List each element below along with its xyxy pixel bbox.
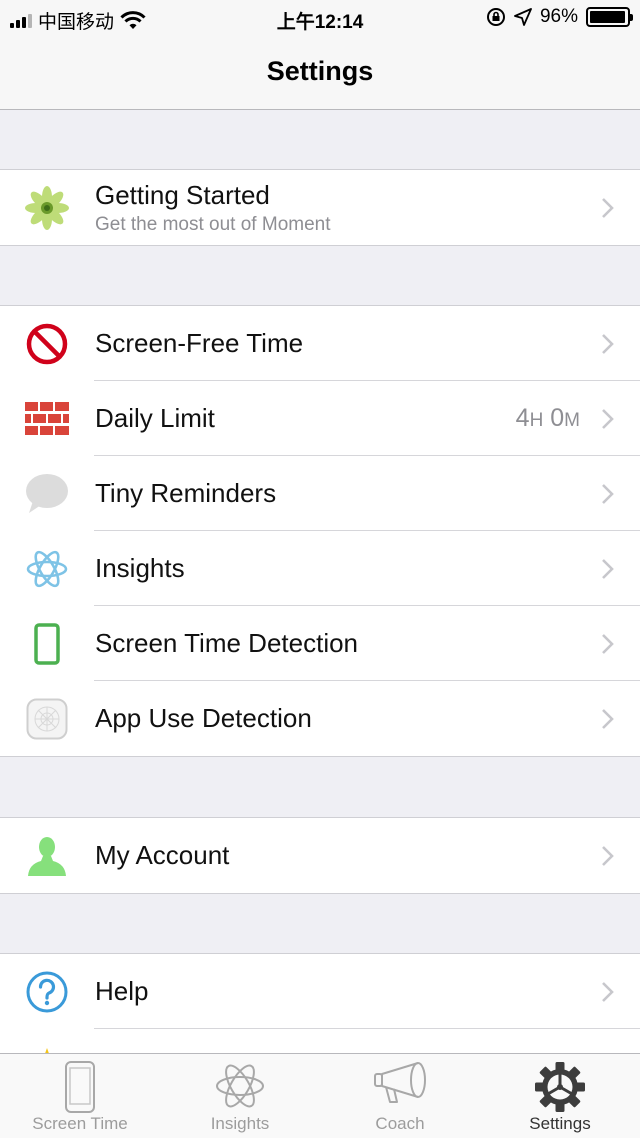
my-account-row[interactable]: My Account <box>0 818 640 893</box>
chevron-right-icon <box>602 333 614 354</box>
tiny-reminders-row[interactable]: Tiny Reminders <box>0 456 640 531</box>
tab-label: Coach <box>375 1114 425 1133</box>
location-icon <box>514 8 532 26</box>
chevron-right-icon <box>602 633 614 654</box>
features-section: Screen-Free Time Daily Limit 4H 0M Tiny … <box>0 305 640 757</box>
battery-icon <box>586 7 633 27</box>
app-use-detection-label: App Use Detection <box>95 703 312 733</box>
chevron-right-icon <box>602 558 614 579</box>
brick-wall-icon <box>24 396 70 442</box>
status-right: 96% <box>486 6 633 28</box>
person-icon <box>24 833 70 879</box>
screen-time-detection-row[interactable]: Screen Time Detection <box>0 606 640 681</box>
tab-label: Insights <box>210 1114 270 1133</box>
phone-icon <box>65 1061 95 1113</box>
help-icon <box>24 969 70 1015</box>
phone-icon <box>24 621 70 667</box>
battery-percent: 96% <box>539 6 578 27</box>
tab-bar: Screen Time Insights Coach Settings <box>0 1053 640 1138</box>
getting-started-section: Getting Started Get the most out of Mome… <box>0 169 640 246</box>
flower-icon <box>24 185 70 231</box>
tab-label: Screen Time <box>32 1114 128 1133</box>
megaphone-icon <box>374 1062 426 1103</box>
tab-insights[interactable]: Insights <box>160 1054 320 1138</box>
rotation-lock-icon <box>486 8 505 26</box>
status-bar: 中国移动 上午12:14 96% <box>0 0 640 36</box>
insights-row[interactable]: Insights <box>0 531 640 606</box>
daily-limit-label: Daily Limit <box>95 403 215 433</box>
app-use-detection-row[interactable]: App Use Detection <box>0 681 640 756</box>
tab-screen-time[interactable]: Screen Time <box>0 1054 160 1138</box>
tiny-reminders-label: Tiny Reminders <box>95 478 277 508</box>
page-title: Settings <box>266 56 374 86</box>
screen-free-time-label: Screen-Free Time <box>95 328 304 358</box>
hours-unit: H <box>529 410 544 431</box>
tab-settings[interactable]: Settings <box>480 1054 640 1138</box>
minutes-unit: M <box>564 410 580 431</box>
speech-bubble-icon <box>24 471 70 517</box>
chevron-right-icon <box>602 845 614 866</box>
getting-started-subtitle: Get the most out of Moment <box>95 214 331 235</box>
chevron-right-icon <box>602 483 614 504</box>
tab-coach[interactable]: Coach <box>320 1054 480 1138</box>
no-entry-icon <box>24 321 70 367</box>
daily-limit-minutes: 0 <box>550 404 565 432</box>
my-account-label: My Account <box>95 840 230 870</box>
app-grid-icon <box>24 696 70 742</box>
chevron-right-icon <box>602 708 614 729</box>
tab-label: Settings <box>529 1114 591 1133</box>
atom-icon <box>216 1064 264 1108</box>
atom-icon <box>24 546 70 592</box>
insights-label: Insights <box>95 553 185 583</box>
gear-icon <box>535 1062 585 1112</box>
help-row[interactable]: Help <box>0 954 640 1029</box>
daily-limit-hours: 4 <box>515 404 530 432</box>
help-label: Help <box>95 976 149 1006</box>
chevron-right-icon <box>602 408 614 429</box>
nav-bar: Settings <box>0 36 640 110</box>
daily-limit-row[interactable]: Daily Limit 4H 0M <box>0 381 640 456</box>
account-section: My Account <box>0 817 640 894</box>
chevron-right-icon <box>602 197 614 218</box>
getting-started-title: Getting Started <box>95 180 270 210</box>
getting-started-row[interactable]: Getting Started Get the most out of Mome… <box>0 170 640 245</box>
screen-time-detection-label: Screen Time Detection <box>95 628 359 658</box>
daily-limit-value: 4H 0M <box>516 404 580 433</box>
screen-free-time-row[interactable]: Screen-Free Time <box>0 306 640 381</box>
chevron-right-icon <box>602 981 614 1002</box>
support-section: Help <box>0 953 640 1086</box>
